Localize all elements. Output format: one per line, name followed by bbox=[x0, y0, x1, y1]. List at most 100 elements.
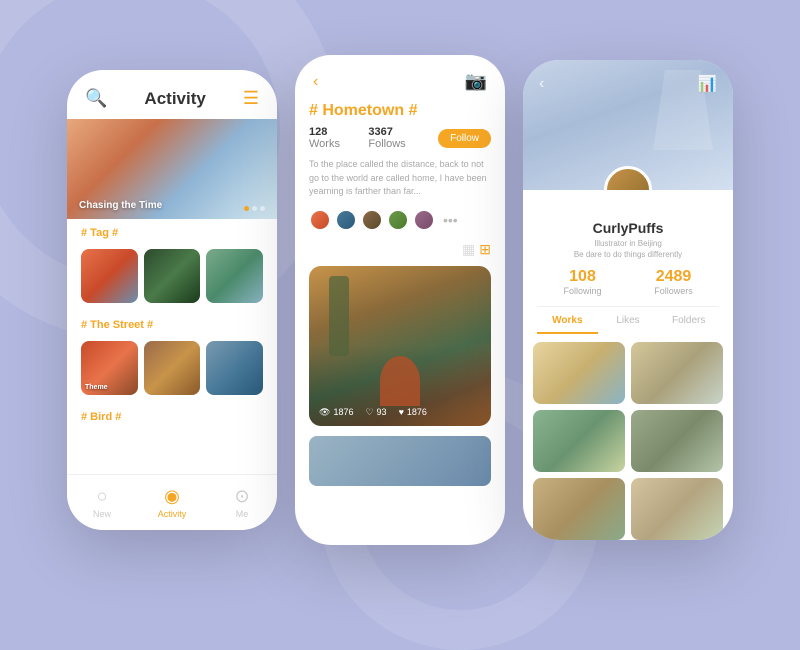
nav-new-label: New bbox=[93, 509, 111, 519]
hero-image: Chasing the Time bbox=[67, 119, 277, 219]
dot-1 bbox=[244, 206, 249, 211]
secondary-artworks bbox=[295, 426, 505, 494]
comment-count: 93 bbox=[377, 407, 387, 417]
work-6[interactable] bbox=[631, 478, 723, 540]
nav-activity[interactable]: ◉ Activity bbox=[137, 486, 207, 519]
hometown-header: ‹ 📷 bbox=[295, 55, 505, 102]
camera-icon[interactable]: 📷 bbox=[465, 71, 487, 92]
avatar-2 bbox=[335, 209, 357, 231]
eye-icon: 👁 bbox=[319, 407, 330, 418]
nav-activity-label: Activity bbox=[158, 509, 187, 519]
avatar-5 bbox=[413, 209, 435, 231]
view-count: 1876 bbox=[333, 407, 353, 417]
tab-likes[interactable]: Likes bbox=[598, 315, 659, 334]
search-icon[interactable]: 🔍 bbox=[85, 88, 107, 109]
thumb-street-3[interactable] bbox=[206, 341, 263, 395]
username: CurlyPuffs bbox=[523, 220, 733, 236]
followers-stat: 2489 Followers bbox=[628, 268, 719, 296]
nav-me[interactable]: ⊙ Me bbox=[207, 486, 277, 519]
avatar-4 bbox=[387, 209, 409, 231]
like-stat: ♥ 1876 bbox=[399, 407, 427, 418]
work-4[interactable] bbox=[631, 410, 723, 472]
hero-dots bbox=[244, 206, 265, 211]
stats-icon[interactable]: 📊 bbox=[697, 74, 717, 94]
bird-section-title: # Bird # bbox=[81, 411, 263, 423]
work-3[interactable] bbox=[533, 410, 625, 472]
profile-nav: ‹ 📊 bbox=[523, 74, 733, 94]
secondary-artwork-1[interactable] bbox=[309, 436, 491, 486]
bio-line-2: Be dare to do things differently bbox=[574, 250, 682, 259]
following-label: Following bbox=[537, 286, 628, 296]
work-2[interactable] bbox=[631, 342, 723, 404]
grid-view-icon[interactable]: ⊞ bbox=[479, 241, 491, 258]
thumb-tag-1[interactable] bbox=[81, 249, 138, 303]
activity-icon: ◉ bbox=[164, 486, 180, 507]
activity-title: Activity bbox=[144, 89, 205, 109]
contributor-avatars: ••• bbox=[295, 209, 505, 241]
street-thumbs: Theme bbox=[67, 341, 277, 403]
work-5[interactable] bbox=[533, 478, 625, 540]
title-hash-2: # bbox=[409, 102, 418, 119]
profile-stats: 108 Following 2489 Followers bbox=[537, 268, 719, 307]
profile-info: CurlyPuffs Illustrator in Beijing Be dar… bbox=[523, 190, 733, 260]
tab-works[interactable]: Works bbox=[537, 315, 598, 334]
follows-stat: 3367 Follows bbox=[368, 126, 422, 150]
phone-hometown: ‹ 📷 # Hometown # 128 Works 3367 Follows … bbox=[295, 55, 505, 545]
dot-3 bbox=[260, 206, 265, 211]
work-1[interactable] bbox=[533, 342, 625, 404]
thumb-street-2[interactable] bbox=[144, 341, 201, 395]
thumb-tag-3[interactable] bbox=[206, 249, 263, 303]
hometown-description: To the place called the distance, back t… bbox=[295, 158, 505, 209]
title-hash-1: # bbox=[309, 102, 322, 119]
following-stat: 108 Following bbox=[537, 268, 628, 296]
nav-new[interactable]: ○ New bbox=[67, 486, 137, 519]
tab-folders[interactable]: Folders bbox=[658, 315, 719, 334]
profile-tabs: Works Likes Folders bbox=[523, 307, 733, 334]
avatar-1 bbox=[309, 209, 331, 231]
thumb-street-1[interactable]: Theme bbox=[81, 341, 138, 395]
back-icon[interactable]: ‹ bbox=[313, 73, 318, 91]
view-toggle: ▦ ⊞ bbox=[295, 241, 505, 266]
activity-header: 🔍 Activity ☰ bbox=[67, 70, 277, 119]
tag-section-title: # Tag # bbox=[81, 227, 263, 239]
comment-icon: ♡ bbox=[365, 407, 373, 418]
more-avatars-indicator: ••• bbox=[443, 212, 458, 228]
phones-container: 🔍 Activity ☰ Chasing the Time # Tag # # … bbox=[67, 55, 733, 545]
profile-back-icon[interactable]: ‹ bbox=[539, 75, 544, 93]
art-decoration bbox=[329, 276, 349, 356]
list-view-icon[interactable]: ▦ bbox=[462, 241, 475, 258]
follows-label: Follows bbox=[368, 138, 405, 150]
thumb-label: Theme bbox=[85, 384, 108, 391]
followers-label: Followers bbox=[628, 286, 719, 296]
tag-section: # Tag # bbox=[67, 219, 277, 249]
phone-profile: ‹ 📊 CurlyPuffs Illustrator in Beijing Be… bbox=[523, 60, 733, 540]
new-icon: ○ bbox=[97, 486, 108, 507]
street-section: # The Street # bbox=[67, 311, 277, 341]
nav-me-label: Me bbox=[236, 509, 249, 519]
works-label: Works bbox=[309, 138, 340, 150]
profile-avatar-wrap bbox=[604, 166, 652, 190]
profile-header-bg: ‹ 📊 bbox=[523, 60, 733, 190]
bottom-nav: ○ New ◉ Activity ⊙ Me bbox=[67, 474, 277, 530]
hero-label: Chasing the Time bbox=[79, 200, 162, 211]
like-count: 1876 bbox=[407, 407, 427, 417]
comment-stat: ♡ 93 bbox=[365, 407, 386, 418]
hometown-title: # Hometown # bbox=[295, 102, 505, 126]
profile-avatar bbox=[604, 166, 652, 190]
featured-artwork[interactable]: 👁 1876 ♡ 93 ♥ 1876 bbox=[309, 266, 491, 426]
bird-section: # Bird # bbox=[67, 403, 277, 433]
works-grid bbox=[523, 334, 733, 540]
tag-thumbs bbox=[67, 249, 277, 311]
follow-button[interactable]: Follow bbox=[438, 129, 491, 148]
menu-icon[interactable]: ☰ bbox=[243, 88, 259, 109]
me-icon: ⊙ bbox=[234, 486, 249, 507]
heart-icon: ♥ bbox=[399, 407, 404, 417]
title-text: Hometown bbox=[322, 102, 404, 119]
dot-2 bbox=[252, 206, 257, 211]
art-figure bbox=[380, 356, 420, 406]
phone-activity: 🔍 Activity ☰ Chasing the Time # Tag # # … bbox=[67, 70, 277, 530]
works-count: 128 bbox=[309, 126, 327, 138]
following-count: 108 bbox=[537, 268, 628, 286]
artwork-stats: 👁 1876 ♡ 93 ♥ 1876 bbox=[319, 407, 481, 418]
thumb-tag-2[interactable] bbox=[144, 249, 201, 303]
